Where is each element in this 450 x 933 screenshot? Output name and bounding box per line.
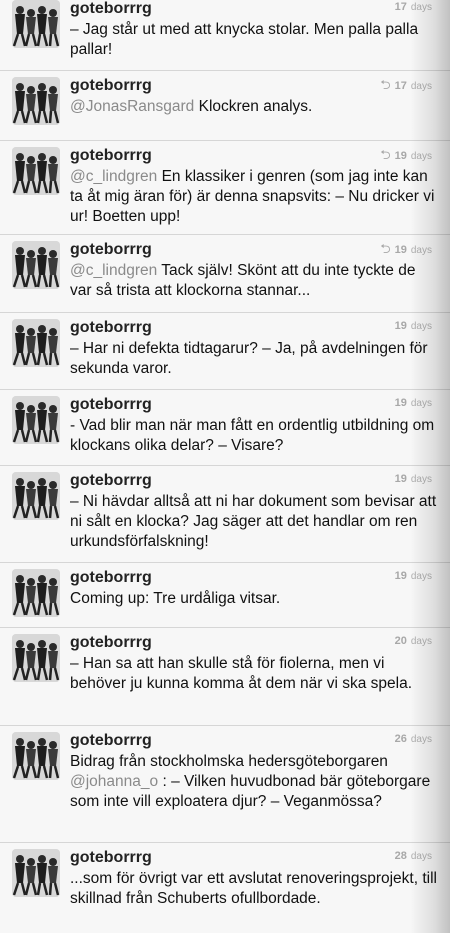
mention-link[interactable]: @c_lindgren [70, 168, 157, 185]
avatar-image [12, 319, 60, 367]
tweet-username[interactable]: goteborrrg [70, 396, 152, 414]
tweet-text: – Har ni defekta tidtagarur? – Ja, på av… [70, 340, 428, 377]
tweet-username[interactable]: goteborrrg [70, 147, 152, 165]
tweet-item[interactable]: goteborrrg 19 days Coming up: Tre urdålig… [0, 563, 450, 628]
tweet-text: – Ni hävdar alltså att ni har dokument s… [70, 493, 437, 550]
avatar-image [12, 569, 60, 617]
avatar-image [12, 77, 60, 125]
tweet-username[interactable]: goteborrrg [70, 241, 152, 259]
tweet-timestamp: 28 days [394, 850, 432, 862]
tweet-text: Coming up: Tre urdåliga vitsar. [70, 590, 281, 607]
tweet-username[interactable]: goteborrrg [70, 849, 152, 867]
tweet-item[interactable]: goteborrrg 19 days - Vad blir man när man… [0, 390, 450, 466]
avatar[interactable] [12, 319, 60, 367]
avatar[interactable] [12, 0, 60, 48]
avatar-image [12, 849, 60, 897]
tweet-text: @c_lindgren En klassiker i genren (som j… [70, 168, 435, 225]
avatar-image [12, 241, 60, 289]
mention-link[interactable]: @johanna_o [70, 773, 158, 790]
tweet-text: Bidrag från stockholmska hedersgöteborga… [70, 753, 431, 810]
tweet-text: @c_lindgren Tack själv! Skönt att du int… [70, 262, 416, 299]
tweet-username[interactable]: goteborrrg [70, 569, 152, 587]
tweet-username[interactable]: goteborrrg [70, 634, 152, 652]
tweet-text: - Vad blir man när man fått en ordentlig… [70, 417, 435, 454]
avatar[interactable] [12, 241, 60, 289]
tweet-timestamp: 17 days [394, 1, 432, 13]
tweet-text: – Jag står ut med att knycka stolar. Men… [70, 21, 419, 58]
tweet-username[interactable]: goteborrrg [70, 319, 152, 337]
tweet-timestamp: ⮌ 17 days [380, 77, 432, 92]
reply-arrow-icon: ⮌ [380, 241, 391, 256]
reply-arrow-icon: ⮌ [380, 77, 391, 92]
tweet-username[interactable]: goteborrrg [70, 732, 152, 750]
tweet-username[interactable]: goteborrrg [70, 0, 152, 18]
tweet-item[interactable]: goteborrrg ⮌ 17 days @JonasRansgard Klock… [0, 71, 450, 141]
tweet-item[interactable]: goteborrrg ⮌ 19 days @c_lindgren En klass… [0, 141, 450, 235]
tweet-timestamp: ⮌ 19 days [380, 241, 432, 256]
avatar[interactable] [12, 396, 60, 444]
tweet-timestamp: 19 days [394, 397, 432, 409]
tweet-timestamp: 19 days [394, 570, 432, 582]
tweet-timestamp: 19 days [394, 320, 432, 332]
avatar[interactable] [12, 569, 60, 617]
avatar[interactable] [12, 147, 60, 195]
tweet-item[interactable]: goteborrrg 17 days – Jag står ut med att … [0, 0, 450, 71]
tweet-item[interactable]: goteborrrg 26 days Bidrag från stockholms… [0, 726, 450, 843]
mention-link[interactable]: @JonasRansgard [70, 98, 194, 115]
avatar-image [12, 732, 60, 780]
avatar-image [12, 396, 60, 444]
tweet-timeline[interactable]: goteborrrg 17 days – Jag står ut med att … [0, 0, 450, 933]
avatar-image [12, 0, 60, 48]
avatar[interactable] [12, 732, 60, 780]
avatar-image [12, 634, 60, 682]
avatar-image [12, 472, 60, 520]
avatar[interactable] [12, 472, 60, 520]
tweet-text: @JonasRansgard Klockren analys. [70, 98, 313, 115]
tweet-item[interactable]: goteborrrg 28 days ...som för övrigt var … [0, 843, 450, 933]
tweet-timestamp: 20 days [394, 635, 432, 647]
tweet-text: – Han sa att han skulle stå för fiolerna… [70, 655, 413, 692]
avatar[interactable] [12, 634, 60, 682]
avatar[interactable] [12, 77, 60, 125]
tweet-timestamp: ⮌ 19 days [380, 147, 432, 162]
tweet-item[interactable]: goteborrrg 19 days – Har ni defekta tidta… [0, 313, 450, 390]
tweet-text: ...som för övrigt var ett avslutat renov… [70, 870, 437, 907]
avatar-image [12, 147, 60, 195]
tweet-timestamp: 19 days [394, 473, 432, 485]
tweet-item[interactable]: goteborrrg 19 days – Ni hävdar alltså att… [0, 466, 450, 563]
tweet-item[interactable]: goteborrrg ⮌ 19 days @c_lindgren Tack sjä… [0, 235, 450, 313]
reply-arrow-icon: ⮌ [380, 147, 391, 162]
avatar[interactable] [12, 849, 60, 897]
tweet-timestamp: 26 days [394, 733, 432, 745]
tweet-username[interactable]: goteborrrg [70, 77, 152, 95]
tweet-item[interactable]: goteborrrg 20 days – Han sa att han skull… [0, 628, 450, 726]
tweet-username[interactable]: goteborrrg [70, 472, 152, 490]
mention-link[interactable]: @c_lindgren [70, 262, 157, 279]
